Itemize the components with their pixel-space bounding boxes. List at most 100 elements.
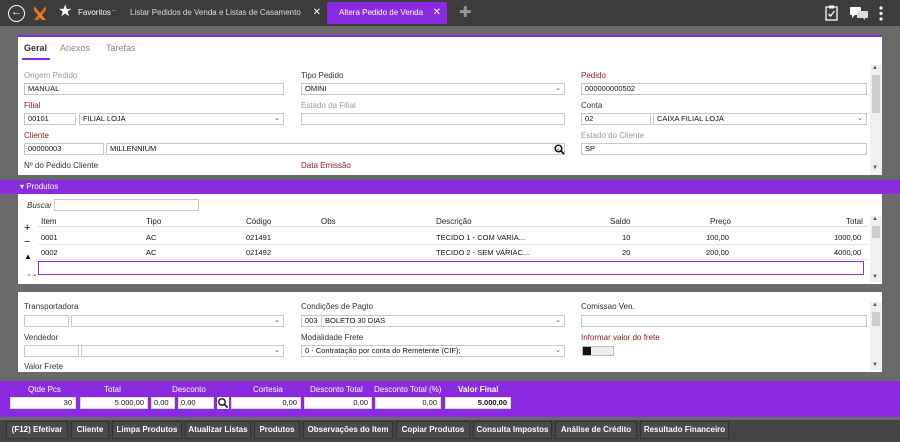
cliente-code-field[interactable]: 00000003 [24, 143, 104, 155]
col-tipo[interactable]: Tipo [146, 217, 161, 226]
footer-scrollbar[interactable]: ▲ ▼ [870, 302, 882, 370]
star-icon[interactable]: ★ [58, 3, 72, 21]
filial-code: 00101 [28, 114, 49, 123]
copiar-produtos-button[interactable]: Copiar Produtos [396, 421, 470, 439]
plus-icon[interactable]: ✚ [459, 4, 472, 22]
desconto-label: Desconto [172, 385, 206, 394]
analise-credito-button[interactable]: Análise de Crédito [555, 421, 637, 439]
modalidade-select[interactable]: 0 - Contratação por conta do Remetente (… [301, 345, 565, 357]
produtos-title-text: Produtos [26, 182, 59, 191]
form-scrollbar[interactable]: ▲ ▼ [870, 65, 882, 175]
col-descricao[interactable]: Descrição [436, 217, 472, 226]
col-total[interactable]: Total [846, 217, 863, 226]
desconto-value[interactable]: 0,00 [178, 397, 214, 409]
logo-icon[interactable] [32, 4, 48, 22]
vendedor-code-field[interactable] [24, 345, 79, 357]
filial-name: FILIAL LOJA [83, 114, 126, 123]
subtab-tarefas[interactable]: Tarefas [106, 43, 136, 53]
col-saldo[interactable]: Saldo [610, 217, 630, 226]
new-row-input[interactable] [38, 261, 864, 275]
chevron-down-icon: ⌄ [274, 317, 280, 324]
cell-saldo: 20 [622, 248, 631, 257]
consulta-impostos-button[interactable]: Consulta Impostos [473, 421, 552, 439]
search-icon[interactable] [554, 144, 565, 155]
desconto-pct[interactable]: 0,00 [151, 397, 175, 409]
pedido-field[interactable]: 000000000502 [581, 83, 867, 95]
scroll-thumb[interactable] [872, 226, 880, 238]
conta-select[interactable]: CAIXA FILIAL LOJA ⌄ [653, 113, 867, 125]
estado-filial-field[interactable] [301, 113, 565, 125]
efetivar-button[interactable]: (F12) Efetivar [6, 421, 68, 439]
produtos-section-header[interactable]: ▾ Produtos [0, 180, 900, 194]
scroll-down-icon[interactable]: ▼ [872, 362, 878, 368]
vendedor-select[interactable]: ⌄ [81, 345, 284, 357]
kebab-icon[interactable] [879, 6, 883, 21]
search-icon[interactable] [217, 397, 229, 409]
atualizar-listas-button[interactable]: Atualizar Listas [185, 421, 251, 439]
conta-code-field[interactable]: 02 [581, 113, 651, 125]
modalidade-value: 0 - Contratação por conta do Remetente (… [305, 346, 461, 355]
informar-frete-label: Informar valor do frete [581, 333, 660, 342]
desconto-total-value: 0,00 [304, 397, 372, 409]
top-bar: ← ★ Favoritos – Listar Pedidos de Venda … [0, 0, 900, 26]
resultado-financeiro-button[interactable]: Resultado Financeiro [640, 421, 729, 439]
grid-header: Item Tipo Código Obs Descrição Saldo Pre… [38, 216, 868, 227]
cliente-select[interactable]: MILLENNIUM ⌄ [106, 143, 565, 155]
estado-cliente-field[interactable]: SP [581, 143, 867, 155]
limpa-produtos-button[interactable]: Limpa Produtos [112, 421, 182, 439]
tab-altera-pedido[interactable]: Altera Pedido de Venda ✕ [327, 2, 447, 24]
scroll-up-icon[interactable]: ▲ [872, 65, 878, 71]
valor-frete-label: Valor Frete [24, 362, 63, 371]
subtab-anexos[interactable]: Anexos [60, 43, 90, 53]
informar-frete-toggle[interactable] [582, 346, 614, 356]
scroll-thumb[interactable] [872, 312, 880, 326]
scroll-down-icon[interactable]: ▼ [872, 274, 878, 280]
tab-label: Listar Pedidos de Venda e Listas de Casa… [130, 8, 301, 17]
table-row[interactable]: 0001 AC 021491 TECIDO 1 - COM VARIA... 1… [38, 230, 868, 245]
scroll-up-icon[interactable]: ▲ [872, 216, 878, 222]
scroll-up-icon[interactable]: ▲ [872, 302, 878, 308]
table-row[interactable]: 0002 AC 021492 TECIDO 2 - SEM VARIAC... … [38, 245, 868, 260]
move-up-icon[interactable]: ▲ [24, 252, 32, 261]
tab-listar-pedidos[interactable]: Listar Pedidos de Venda e Listas de Casa… [120, 2, 325, 24]
condicoes-code-field[interactable]: 003 [301, 315, 321, 327]
produtos-button[interactable]: Produtos [254, 421, 300, 439]
close-icon[interactable]: ✕ [313, 2, 321, 24]
observacoes-item-button[interactable]: Observações do Item [303, 421, 393, 439]
buscar-input[interactable] [54, 199, 199, 211]
subtab-geral[interactable]: Geral [24, 43, 47, 53]
col-codigo[interactable]: Código [246, 217, 271, 226]
scroll-down-icon[interactable]: ▼ [872, 165, 878, 171]
cell-item: 0002 [41, 248, 58, 257]
chat-icon[interactable] [850, 7, 868, 20]
close-icon[interactable]: ✕ [433, 2, 441, 24]
filial-select[interactable]: FILIAL LOJA ⌄ [79, 113, 284, 125]
comissao-field[interactable] [581, 315, 867, 327]
total-label: Total [104, 385, 121, 394]
favorites-caret-icon[interactable]: – [112, 7, 116, 14]
scroll-thumb[interactable] [872, 75, 880, 113]
transportadora-select[interactable]: ⌄ [71, 315, 284, 327]
expand-icon[interactable]: ⌄⌄ [26, 270, 38, 278]
valor-final-value: 5.000,00 [445, 397, 511, 409]
origem-field[interactable]: MANUAL [24, 83, 284, 95]
col-item[interactable]: Item [41, 217, 57, 226]
grid-scrollbar[interactable]: ▲ ▼ [870, 216, 882, 282]
remove-row-icon[interactable]: − [24, 236, 30, 248]
col-preco[interactable]: Preço [710, 217, 731, 226]
tipo-select[interactable]: OMINI ⌄ [301, 83, 565, 95]
cliente-button[interactable]: Cliente [71, 421, 109, 439]
filial-code-field[interactable]: 00101 [24, 113, 76, 125]
condicoes-label: Condições de Pagto [301, 302, 374, 311]
back-icon[interactable]: ← [8, 5, 25, 22]
cell-descricao: TECIDO 1 - COM VARIA... [436, 233, 526, 242]
transportadora-code-field[interactable] [24, 315, 69, 327]
filial-label: Filial [24, 101, 41, 110]
col-obs[interactable]: Obs [321, 217, 336, 226]
transportadora-label: Transportadora [24, 302, 79, 311]
condicoes-select[interactable]: BOLETO 30 DIAS ⌄ [321, 315, 565, 327]
desconto-total-pct-label: Desconto Total (%) [374, 385, 442, 394]
add-row-icon[interactable]: + [24, 222, 30, 234]
clipboard-icon[interactable] [825, 5, 838, 21]
favorites-menu[interactable]: Favoritos [78, 8, 111, 17]
